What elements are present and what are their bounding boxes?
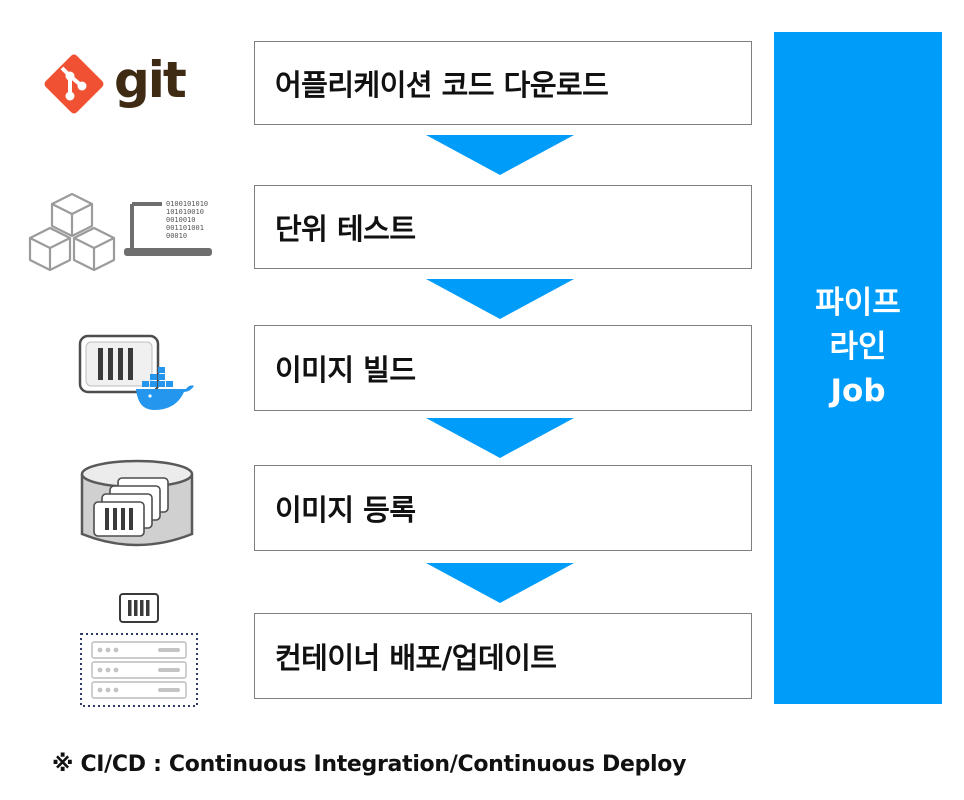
step-box-2: 단위 테스트 [254, 185, 752, 269]
step-label-unit-test: 단위 테스트 [275, 212, 416, 246]
down-arrow-icon [426, 563, 574, 603]
pipeline-label-line-3: Job [830, 373, 886, 409]
down-arrow-icon [426, 279, 574, 319]
pipeline-job-bar: 파이프 라인 Job [774, 32, 942, 704]
down-arrow-icon [426, 418, 574, 458]
git-logo-text: git [114, 51, 187, 109]
step-box-1: 어플리케이션 코드 다운로드 [254, 41, 752, 125]
step-label-image-register: 이미지 등록 [275, 493, 416, 527]
server-rack-container-icon [78, 590, 200, 710]
down-arrow-icon [426, 135, 574, 175]
image-registry-database-icon [78, 458, 196, 552]
step-label-container-deploy: 컨테이너 배포/업데이트 [275, 641, 557, 675]
step-box-5: 컨테이너 배포/업데이트 [254, 613, 752, 699]
pipeline-label-line-1: 파이프 [815, 285, 901, 321]
step-box-4: 이미지 등록 [254, 465, 752, 551]
binary-text: 0100101010 101010010 0010010 001101001 0… [166, 200, 209, 240]
step-label-code-download: 어플리케이션 코드 다운로드 [275, 68, 609, 102]
pipeline-label-line-2: 라인 [829, 329, 887, 365]
step-label-image-build: 이미지 빌드 [275, 353, 416, 387]
step-box-3: 이미지 빌드 [254, 325, 752, 411]
laptop-binary-icon: 0100101010 101010010 0010010 001101001 0… [122, 200, 218, 260]
footnote: ※ CI/CD : Continuous Integration/Continu… [52, 752, 687, 777]
cubes-icon [22, 190, 122, 272]
container-image-docker-icon [78, 334, 196, 414]
